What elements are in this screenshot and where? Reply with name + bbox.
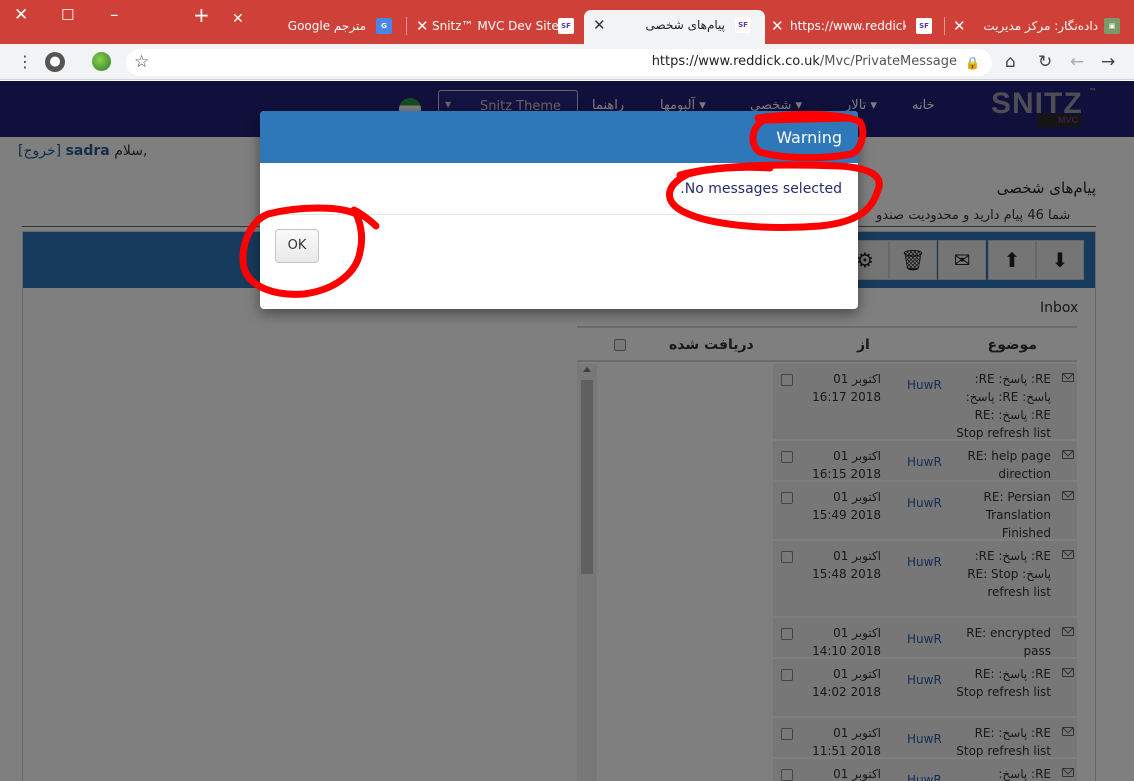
datanegar-favicon-icon: ▣: [1104, 18, 1120, 34]
dialog-message: No messages selected.: [680, 181, 842, 197]
close-window-icon[interactable]: ✕: [14, 5, 28, 25]
maximize-window-icon[interactable]: ☐: [61, 5, 74, 25]
lock-icon: 🔒: [965, 56, 980, 70]
tab-google-translate[interactable]: مترجم Google G: [248, 11, 406, 44]
tab-private-messages[interactable]: ✕ پیام‌های شخصی SF: [584, 10, 765, 44]
close-icon[interactable]: ✕: [232, 9, 244, 29]
close-tab-icon[interactable]: ✕: [953, 16, 966, 36]
snitz-favicon-icon: SF: [735, 17, 751, 33]
tab-title: Snitz™ MVC Dev Site: [432, 19, 559, 33]
new-tab-button[interactable]: +: [193, 5, 210, 25]
bookmark-star-icon[interactable]: ☆: [134, 52, 149, 72]
dialog-header: Warning: [260, 111, 858, 163]
close-tab-icon[interactable]: ✕: [416, 16, 429, 36]
web-page: SNITZ MVC ™ خانه تالار ▾ شخصی ▾ آلبومها …: [0, 81, 1134, 781]
minimize-window-icon[interactable]: –: [110, 5, 119, 25]
warning-dialog: Warning No messages selected. OK: [260, 111, 858, 309]
snitz-favicon-icon: SF: [558, 18, 574, 34]
close-tab-icon[interactable]: ✕: [771, 16, 784, 36]
back-icon[interactable]: →: [1101, 52, 1115, 72]
url-host: https://www.reddick.co.uk: [651, 54, 820, 69]
ok-button[interactable]: OK: [275, 229, 319, 263]
dialog-title: Warning: [776, 128, 842, 147]
tab-datanegar[interactable]: ✕ داده‌نگار: مرکز مدیریت ▣: [946, 11, 1134, 44]
dialog-body: No messages selected.: [260, 163, 858, 215]
google-translate-icon: G: [376, 18, 392, 34]
forward-icon[interactable]: ←: [1070, 52, 1084, 72]
browser-tab-bar: ✕ ☐ – + ✕ مترجم Google G ✕ Snitz™ MVC De…: [0, 0, 1134, 44]
snitz-favicon-icon: SF: [916, 18, 932, 34]
url-field[interactable]: ☆ https://www.reddick.co.uk/Mvc/PrivateM…: [126, 49, 992, 76]
address-bar: ⋮ ● ☆ https://www.reddick.co.uk/Mvc/Priv…: [0, 44, 1134, 80]
reload-icon[interactable]: ↻: [1038, 52, 1052, 72]
tab-title: مترجم Google: [287, 19, 366, 33]
menu-kebab-icon[interactable]: ⋮: [17, 52, 33, 72]
tab-reddick[interactable]: https://www.reddick.c ✕ SF: [766, 11, 944, 44]
profile-icon[interactable]: ●: [45, 52, 65, 72]
extension-icon[interactable]: [92, 52, 111, 71]
tab-snitz-dev[interactable]: ✕ Snitz™ MVC Dev Site SF: [408, 11, 582, 44]
tab-title: داده‌نگار: مرکز مدیریت: [983, 19, 1098, 33]
url-path: /Mvc/PrivateMessage: [819, 54, 957, 69]
home-icon[interactable]: ⌂: [1005, 52, 1016, 72]
tab-title: پیام‌های شخصی: [645, 18, 725, 32]
tab-title: https://www.reddick.c: [790, 19, 906, 33]
close-tab-icon[interactable]: ✕: [593, 15, 606, 35]
